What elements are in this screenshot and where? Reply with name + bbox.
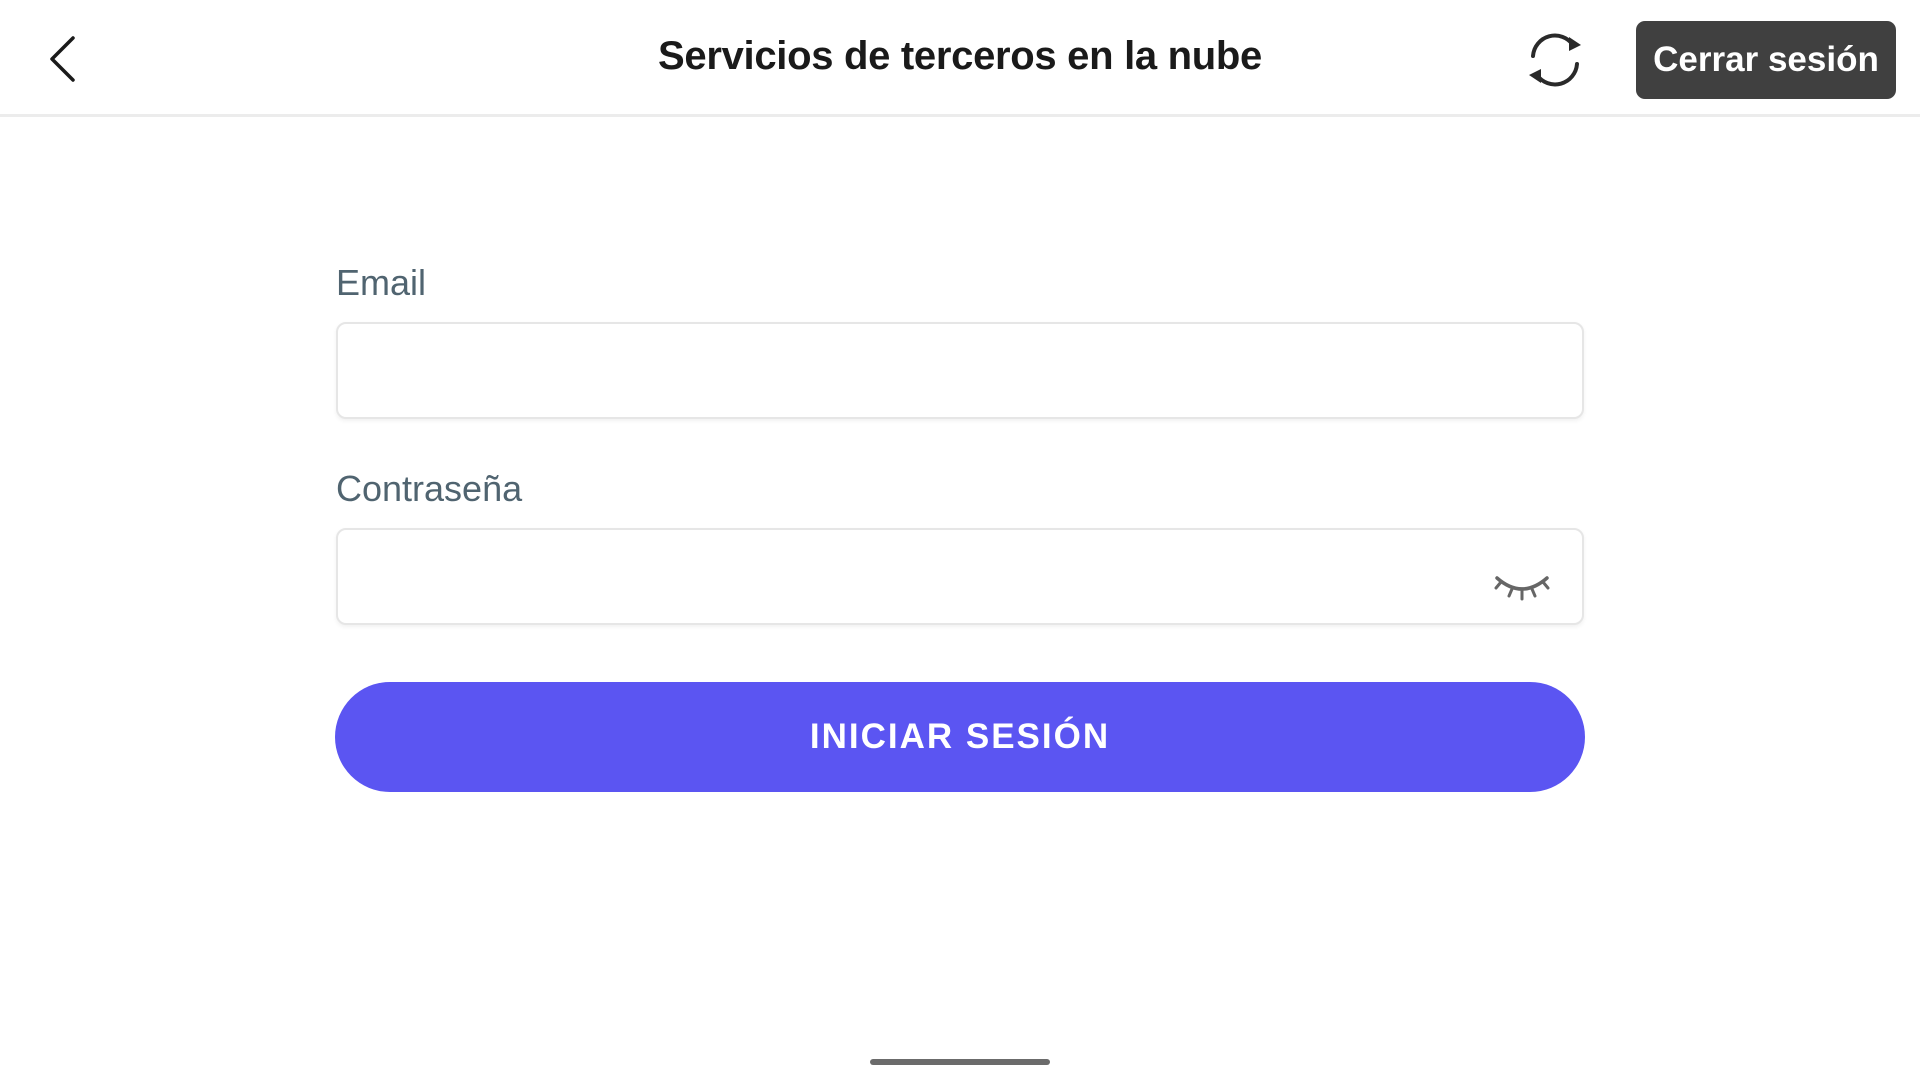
eye-closed-icon [1494,576,1550,601]
password-field[interactable] [336,528,1584,625]
page: Servicios de terceros en la nube Cerrar … [0,0,1920,1080]
email-field[interactable] [336,322,1584,419]
sync-button[interactable] [1523,28,1587,92]
sync-icon [1529,33,1581,87]
login-button[interactable]: INICIAR SESIÓN [335,682,1585,792]
home-indicator[interactable] [870,1059,1050,1065]
password-label: Contraseña [336,468,523,509]
logout-button[interactable]: Cerrar sesión [1636,21,1896,99]
page-title: Servicios de terceros en la nube [658,34,1262,78]
app-header: Servicios de terceros en la nube Cerrar … [0,0,1920,117]
email-label: Email [336,262,427,303]
password-visibility-toggle[interactable] [1490,566,1554,606]
